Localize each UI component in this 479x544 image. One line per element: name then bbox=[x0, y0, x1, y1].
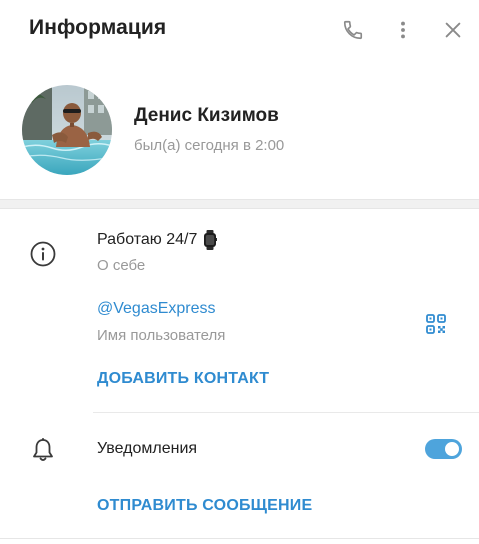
divider bbox=[93, 412, 479, 413]
bottom-divider bbox=[0, 538, 479, 539]
username-label: Имя пользователя bbox=[97, 327, 226, 344]
bio-text: Работаю 24/7 bbox=[97, 231, 198, 248]
phone-icon bbox=[343, 20, 363, 40]
bell-icon bbox=[33, 438, 53, 461]
section-divider bbox=[0, 199, 479, 209]
call-button[interactable] bbox=[339, 16, 367, 44]
info-icon bbox=[30, 241, 56, 267]
profile-name: Денис Кизимов bbox=[134, 105, 279, 126]
notifications-label: Уведомления bbox=[97, 440, 198, 457]
qr-code-icon[interactable] bbox=[424, 312, 448, 336]
page-title: Информация bbox=[29, 16, 167, 39]
bio-label: О себе bbox=[97, 257, 146, 274]
more-options-button[interactable] bbox=[389, 16, 417, 44]
more-vertical-icon bbox=[401, 21, 405, 39]
watch-icon bbox=[204, 230, 218, 250]
close-button[interactable] bbox=[439, 16, 467, 44]
avatar-photo bbox=[22, 85, 112, 175]
avatar[interactable] bbox=[22, 85, 112, 175]
header: Информация bbox=[0, 0, 479, 60]
last-seen-status: был(а) сегодня в 2:00 bbox=[134, 137, 285, 154]
bio: Работаю 24/7 bbox=[97, 230, 218, 250]
add-contact-button[interactable]: ДОБАВИТЬ КОНТАКТ bbox=[97, 370, 269, 388]
close-icon bbox=[445, 22, 461, 38]
toggle-knob bbox=[443, 440, 461, 458]
notifications-toggle[interactable] bbox=[425, 439, 462, 459]
send-message-button[interactable]: ОТПРАВИТЬ СООБЩЕНИЕ bbox=[97, 497, 312, 515]
username-link[interactable]: @VegasExpress bbox=[97, 300, 216, 318]
user-info-panel: Информация Денис Кизимов был(а) сегодня … bbox=[0, 0, 479, 544]
profile-section: Денис Кизимов был(а) сегодня в 2:00 bbox=[0, 60, 479, 200]
